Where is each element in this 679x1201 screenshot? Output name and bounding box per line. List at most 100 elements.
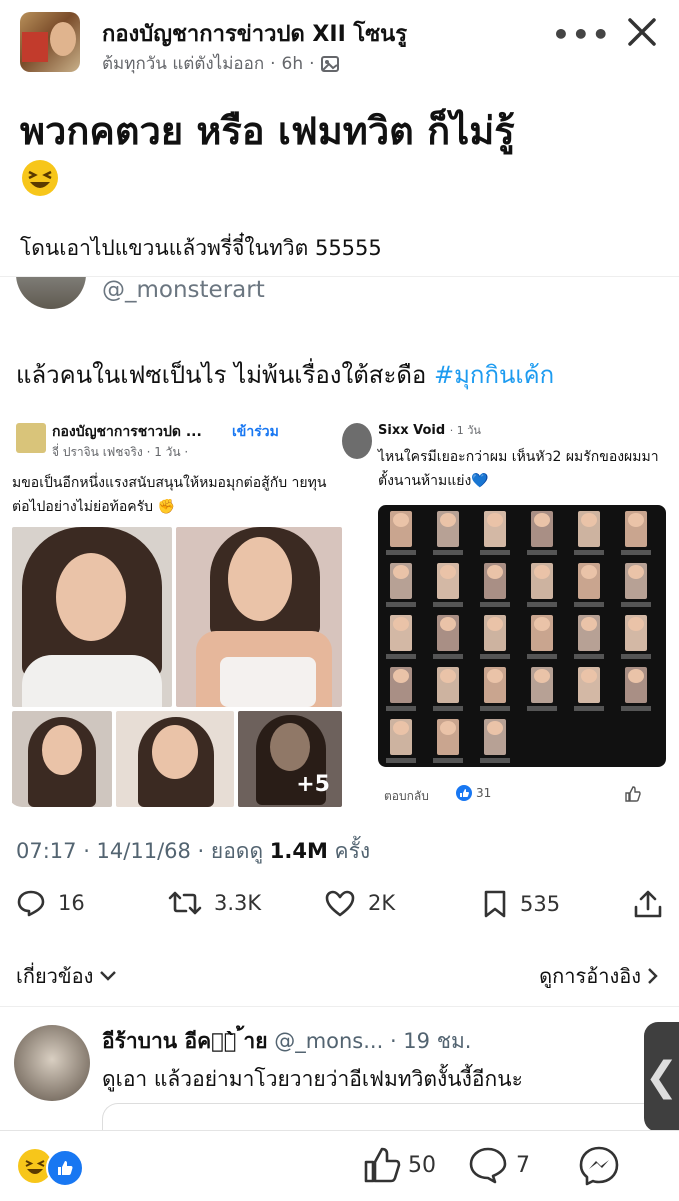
commenter-avatar: [342, 423, 372, 459]
grid-thumbnail: [625, 511, 647, 547]
post-caption: โดนเอาไปแขวนแล้วพรี่จี๋ในทวิต 55555: [20, 236, 382, 260]
grid-thumbnail: [578, 615, 600, 651]
grid-caption: [433, 602, 463, 607]
view-quotes-link: ดูการอ้างอิง: [539, 960, 659, 992]
grid-caption: [386, 706, 416, 711]
retweet-stat: 3.3K: [168, 889, 261, 917]
close-icon[interactable]: [624, 14, 660, 50]
grid-thumbnail: [390, 667, 412, 703]
grid-caption: [574, 550, 604, 555]
grid-caption: [386, 550, 416, 555]
more-photos-count[interactable]: +5: [296, 772, 330, 797]
reply-icon: [17, 890, 45, 917]
post-author[interactable]: ต้มทุกวัน แต่ตังไม่ออก: [102, 50, 264, 77]
post-time[interactable]: 6h: [282, 54, 304, 74]
grid-caption: [574, 654, 604, 659]
group-name: กองบัญชาการชาวปด ...: [52, 424, 202, 440]
grid-caption: [480, 654, 510, 659]
side-panel-tab[interactable]: ❮: [644, 1022, 679, 1132]
grid-caption: [386, 654, 416, 659]
grid-caption: [433, 550, 463, 555]
reply-text: ดูเอา แล้วอย่ามาโวยวายว่าอีเฟมทวิตงั้นงี…: [102, 1067, 523, 1091]
retweet-icon: [168, 891, 202, 915]
grid-thumbnail: [578, 563, 600, 599]
grid-thumbnail: [390, 615, 412, 651]
fb-post-meta: จี่ ปราจิน เฟชจริง · 1 วัน ·: [52, 445, 189, 459]
grid-caption: [480, 602, 510, 607]
chevron-down-icon: [100, 971, 117, 981]
grid-thumbnail: [437, 511, 459, 547]
grid-caption: [386, 758, 416, 763]
tweet-screenshot[interactable]: @_monsterart แล้วคนในเฟซเป็นไร ไม่พ้นเรื…: [0, 276, 679, 1001]
grid-caption: [433, 654, 463, 659]
grid-thumbnail: [625, 667, 647, 703]
tweet-timestamp: 07:17 · 14/11/68 · ยอดดู 1.4M ครั้ง: [16, 839, 371, 863]
grid-thumbnail: [531, 615, 553, 651]
comment-text: ไหนใครมีเยอะกว่าผม เห็นหัว2 ผมรักของผมมา…: [378, 449, 659, 489]
group-logo: [16, 423, 46, 453]
grid-caption: [574, 706, 604, 711]
comment-reactions: 31: [456, 785, 491, 801]
messenger-icon[interactable]: [578, 1145, 620, 1187]
tweet-handle: @_monsterart: [102, 277, 265, 303]
grid-caption: [433, 758, 463, 763]
grid-caption: [480, 550, 510, 555]
fb-post-card: กองบัญชาการชาวปด ... เข้าร่วม จี่ ปราจิน…: [12, 415, 342, 807]
grid-thumbnail: [531, 511, 553, 547]
bookmark-icon: [484, 890, 506, 918]
tweet-reply: อีร้าบาน อีคว้̀̀̀̀̀̀̀̀̀̀̀̀̀̀̀̀ ้าย @_mon…: [0, 1006, 679, 1144]
like-stat: 2K: [324, 889, 395, 917]
bookmark-stat: 535: [482, 889, 560, 919]
grid-thumbnail: [437, 563, 459, 599]
post-footer: 50 7: [0, 1130, 679, 1201]
grid-caption: [527, 550, 557, 555]
page-name[interactable]: กองบัญชาการข่าวปด XII โซนรู: [102, 16, 407, 51]
fb-post-text: มขอเป็นอีกหนึ่งแรงสนับสนุนให้หมอมุกต่อสู…: [12, 475, 327, 515]
grid-thumbnail: [484, 719, 506, 755]
photo-4: [116, 711, 234, 807]
grid-thumbnail: [531, 667, 553, 703]
reaction-summary[interactable]: [18, 1149, 84, 1187]
fb-comment-card: Sixx Void · 1 วัน ไหนใครมีเยอะกว่าผม เห็…: [338, 415, 672, 807]
photo-2: [176, 527, 342, 707]
photo-1: [12, 527, 172, 707]
grid-thumbnail: [390, 719, 412, 755]
grid-caption: [386, 602, 416, 607]
tweet-media[interactable]: กองบัญชาการชาวปด ... เข้าร่วม จี่ ปราจิน…: [8, 415, 672, 807]
grid-caption: [480, 706, 510, 711]
grid-thumbnail: [531, 563, 553, 599]
comment-button[interactable]: 7: [468, 1145, 530, 1185]
grid-thumbnail: [578, 511, 600, 547]
grid-thumbnail: [484, 615, 506, 651]
tweet-text: แล้วคนในเฟซเป็นไร ไม่พ้นเรื่องใต้สะดือ #…: [16, 361, 555, 389]
chevron-right-icon: [648, 968, 658, 984]
like-outline-icon: [625, 786, 641, 802]
thumbs-up-icon: [364, 1147, 401, 1183]
grid-thumbnail: [625, 615, 647, 651]
more-options-icon[interactable]: •••: [552, 18, 612, 51]
reply-link: ตอบกลับ: [384, 789, 429, 803]
grid-caption: [574, 602, 604, 607]
share-icon: [634, 890, 662, 918]
photo-5[interactable]: +5: [238, 711, 342, 807]
grid-caption: [480, 758, 510, 763]
grid-caption: [621, 654, 651, 659]
like-reaction-icon: [46, 1149, 84, 1187]
page-avatar[interactable]: [20, 12, 80, 72]
grid-thumbnail: [484, 511, 506, 547]
photo-icon: [320, 55, 339, 72]
grid-thumbnail: [437, 719, 459, 755]
grid-thumbnail: [625, 563, 647, 599]
tweet-hashtag[interactable]: #มุกกินเค้ก: [434, 361, 554, 389]
post-meta: ต้มทุกวัน แต่ตังไม่ออก · 6h ·: [102, 50, 339, 77]
post-title: พวกคตวย หรือ เฟมทวิต ก็ไม่รู้: [20, 109, 515, 153]
grid-caption: [621, 602, 651, 607]
photo-3: [12, 711, 112, 807]
grid-thumbnail: [484, 563, 506, 599]
like-button[interactable]: 50: [362, 1145, 436, 1185]
screenshot-grid: [378, 505, 666, 767]
grid-caption: [621, 550, 651, 555]
grid-thumbnail: [578, 667, 600, 703]
grid-caption: [433, 706, 463, 711]
grid-thumbnail: [437, 667, 459, 703]
